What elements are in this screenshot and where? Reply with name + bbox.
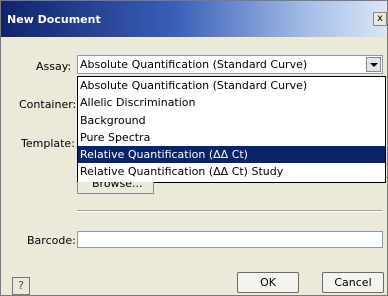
dropdown-item[interactable]: Absolute Quantification (Standard Curve): [78, 77, 385, 94]
dropdown-item[interactable]: Allelic Discrimination: [78, 94, 385, 111]
container-label: Container:: [19, 98, 77, 111]
barcode-input[interactable]: [77, 231, 383, 248]
chevron-down-icon[interactable]: [366, 57, 381, 72]
template-label: Template:: [21, 137, 75, 150]
dropdown-item-selected[interactable]: Relative Quantification (ΔΔ Ct): [78, 146, 385, 164]
dropdown-item[interactable]: Pure Spectra: [78, 129, 385, 146]
close-button[interactable]: x: [373, 12, 387, 26]
assay-select[interactable]: Absolute Quantification (Standard Curve): [77, 55, 383, 74]
browse-button-label: Browse...: [92, 182, 143, 190]
browse-button[interactable]: Browse...: [77, 182, 154, 194]
separator: [77, 210, 383, 212]
dialog-title: New Document: [7, 13, 101, 26]
assay-select-value: Absolute Quantification (Standard Curve): [80, 58, 308, 71]
barcode-label: Barcode:: [27, 234, 76, 247]
assay-label: Assay:: [36, 60, 72, 73]
cancel-button[interactable]: Cancel: [322, 272, 384, 293]
dropdown-item[interactable]: Background: [78, 112, 385, 129]
title-bar: New Document x: [1, 1, 387, 37]
assay-dropdown-list[interactable]: Absolute Quantification (Standard Curve)…: [77, 76, 386, 183]
new-document-dialog: New Document x Assay: Absolute Quantific…: [0, 0, 388, 296]
help-button[interactable]: ?: [12, 277, 30, 295]
ok-button[interactable]: OK: [237, 272, 299, 293]
dropdown-item[interactable]: Relative Quantification (ΔΔ Ct) Study: [78, 163, 385, 180]
